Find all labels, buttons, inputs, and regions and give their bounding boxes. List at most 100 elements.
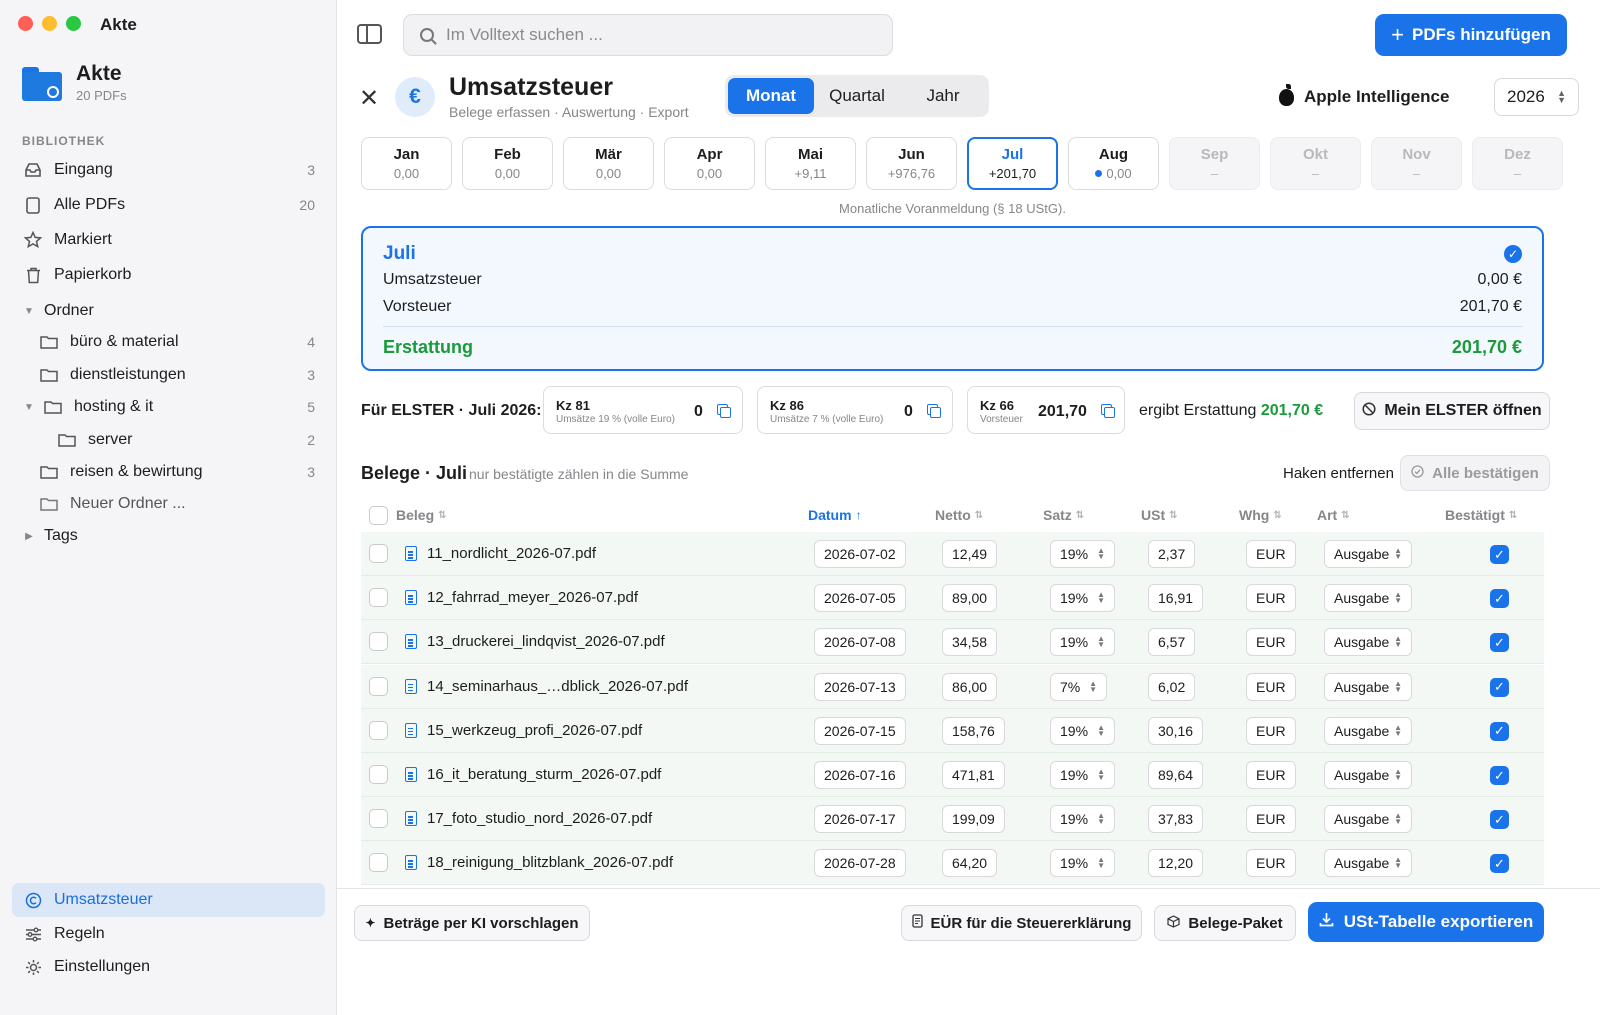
month-button-mai[interactable]: Mai +9,11 [765,137,856,190]
confirmed-checkbox[interactable]: ✓ [1490,854,1509,874]
date-field[interactable]: 2026-07-28 [814,849,906,878]
close-window-button[interactable] [18,16,33,31]
tax-amount-field[interactable]: 16,91 [1148,584,1204,613]
sidebar-ordner-group[interactable]: ▼ Ordner [12,294,325,328]
confirmed-checkbox[interactable]: ✓ [1490,545,1509,564]
sidebar-item-eingang[interactable]: Eingang 3 [12,153,325,187]
zoom-window-button[interactable] [66,16,81,31]
search-input[interactable] [446,25,846,45]
sidebar-folder-hosting[interactable]: ▼ hosting & it 5 [12,390,325,424]
file-name[interactable]: 17_foto_studio_nord_2026-07.pdf [427,810,652,827]
date-field[interactable]: 2026-07-02 [814,540,906,568]
sidebar-toggle-icon[interactable] [357,24,382,44]
column-netto[interactable]: Netto ⇅ [935,507,983,523]
table-row[interactable]: 12_fahrrad_meyer_2026-07.pdf 2026-07-05 89… [361,576,1544,621]
column-bestaetigt[interactable]: Bestätigt ⇅ [1445,507,1517,523]
type-select[interactable]: Ausgabe ▲ ▼ [1324,805,1412,834]
type-select[interactable]: Ausgabe ▲ ▼ [1324,849,1412,878]
tax-amount-field[interactable]: 12,20 [1148,849,1204,878]
currency-field[interactable]: EUR [1246,849,1296,878]
tax-rate-select[interactable]: 19% ▲ ▼ [1050,805,1115,834]
currency-field[interactable]: EUR [1246,540,1296,568]
tax-rate-select[interactable]: 19% ▲ ▼ [1050,628,1115,657]
type-select[interactable]: Ausgabe ▲ ▼ [1324,761,1412,789]
date-field[interactable]: 2026-07-08 [814,628,906,657]
tax-rate-select[interactable]: 19% ▲ ▼ [1050,584,1115,613]
net-amount-field[interactable]: 471,81 [942,761,1005,789]
sidebar-folder-reisen[interactable]: reisen & bewirtung 3 [12,455,325,489]
sidebar-folder-server[interactable]: server 2 [12,423,325,457]
tax-rate-select[interactable]: 19% ▲ ▼ [1050,761,1115,789]
select-all-checkbox[interactable] [369,506,388,525]
row-select-checkbox[interactable] [369,632,388,652]
type-select[interactable]: Ausgabe ▲ ▼ [1324,540,1412,568]
sidebar-new-folder[interactable]: Neuer Ordner ... [12,487,325,521]
tax-amount-field[interactable]: 30,16 [1148,716,1204,745]
year-select[interactable]: 2026 ▲ ▼ [1494,78,1579,116]
file-name[interactable]: 18_reinigung_blitzblank_2026-07.pdf [427,854,673,871]
currency-field[interactable]: EUR [1246,628,1296,657]
row-select-checkbox[interactable] [369,809,388,829]
segment-monat[interactable]: Monat [728,78,814,114]
copy-icon[interactable] [927,404,941,418]
type-select[interactable]: Ausgabe ▲ ▼ [1324,628,1412,657]
row-select-checkbox[interactable] [369,588,388,608]
currency-field[interactable]: EUR [1246,672,1296,701]
segment-jahr[interactable]: Jahr [900,78,986,114]
currency-field[interactable]: EUR [1246,716,1296,745]
minimize-window-button[interactable] [42,16,57,31]
sidebar-item-umsatzsteuer[interactable]: Umsatzsteuer [12,883,325,917]
month-button-jul[interactable]: Jul +201,70 [967,137,1058,190]
row-select-checkbox[interactable] [369,853,388,873]
confirm-all-button[interactable]: Alle bestätigen [1400,455,1550,491]
ai-suggest-button[interactable]: ✦ Beträge per KI vorschlagen [354,905,590,941]
segment-quartal[interactable]: Quartal [814,78,900,114]
tax-rate-select[interactable]: 19% ▲ ▼ [1050,716,1115,745]
export-ust-button[interactable]: USt-Tabelle exportieren [1308,902,1544,942]
table-row[interactable]: 11_nordlicht_2026-07.pdf 2026-07-02 12,49 1… [361,532,1544,576]
file-name[interactable]: 13_druckerei_lindqvist_2026-07.pdf [427,633,665,650]
sidebar-item-regeln[interactable]: Regeln [12,917,325,951]
column-ust[interactable]: USt ⇅ [1141,507,1178,523]
table-row[interactable]: 14_seminarhaus_…dblick_2026-07.pdf 2026-0… [361,664,1544,709]
row-select-checkbox[interactable] [369,720,388,740]
apple-intelligence-badge[interactable]: Apple Intelligence [1279,83,1449,107]
eur-button[interactable]: EÜR für die Steuererklärung [901,905,1142,941]
month-button-mär[interactable]: Mär 0,00 [563,137,654,190]
remove-checks-button[interactable]: Haken entfernen [1283,465,1394,482]
add-pdfs-button[interactable]: + PDFs hinzufügen [1375,14,1567,56]
tax-amount-field[interactable]: 6,02 [1148,672,1196,701]
type-select[interactable]: Ausgabe ▲ ▼ [1324,672,1412,701]
sidebar-item-markiert[interactable]: Markiert [12,223,325,257]
date-field[interactable]: 2026-07-13 [814,672,906,701]
confirmed-checkbox[interactable]: ✓ [1490,766,1509,785]
sidebar-tags-group[interactable]: ▶ Tags [12,519,325,553]
file-name[interactable]: 12_fahrrad_meyer_2026-07.pdf [427,589,638,606]
sidebar-folder-dienstleistungen[interactable]: dienstleistungen 3 [12,358,325,392]
table-row[interactable]: 15_werkzeug_profi_2026-07.pdf 2026-07-15 1… [361,708,1544,753]
file-name[interactable]: 15_werkzeug_profi_2026-07.pdf [427,722,642,739]
sidebar-item-papierkorb[interactable]: Papierkorb [12,258,325,292]
file-name[interactable]: 14_seminarhaus_…dblick_2026-07.pdf [427,678,688,695]
confirmed-checkbox[interactable]: ✓ [1490,677,1509,697]
file-name[interactable]: 16_it_beratung_sturm_2026-07.pdf [427,766,661,783]
type-select[interactable]: Ausgabe ▲ ▼ [1324,584,1412,613]
sidebar-item-alle-pdfs[interactable]: Alle PDFs 20 [12,188,325,222]
date-field[interactable]: 2026-07-05 [814,584,906,613]
tax-amount-field[interactable]: 2,37 [1148,540,1196,568]
month-button-feb[interactable]: Feb 0,00 [462,137,553,190]
tax-rate-select[interactable]: 19% ▲ ▼ [1050,540,1115,568]
confirmed-checkbox[interactable]: ✓ [1490,810,1509,830]
copy-icon[interactable] [717,404,731,418]
close-icon[interactable]: ✕ [359,84,379,113]
sidebar-folder-buero[interactable]: büro & material 4 [12,325,325,359]
net-amount-field[interactable]: 86,00 [942,672,998,701]
month-button-apr[interactable]: Apr 0,00 [664,137,755,190]
file-name[interactable]: 11_nordlicht_2026-07.pdf [427,545,596,562]
row-select-checkbox[interactable] [369,765,388,784]
tax-rate-select[interactable]: 7% ▲ ▼ [1050,672,1107,701]
net-amount-field[interactable]: 12,49 [942,540,998,568]
chevron-down-icon[interactable]: ▼ [24,306,34,317]
sidebar-item-einstellungen[interactable]: Einstellungen [12,950,325,984]
month-button-jun[interactable]: Jun +976,76 [866,137,957,190]
